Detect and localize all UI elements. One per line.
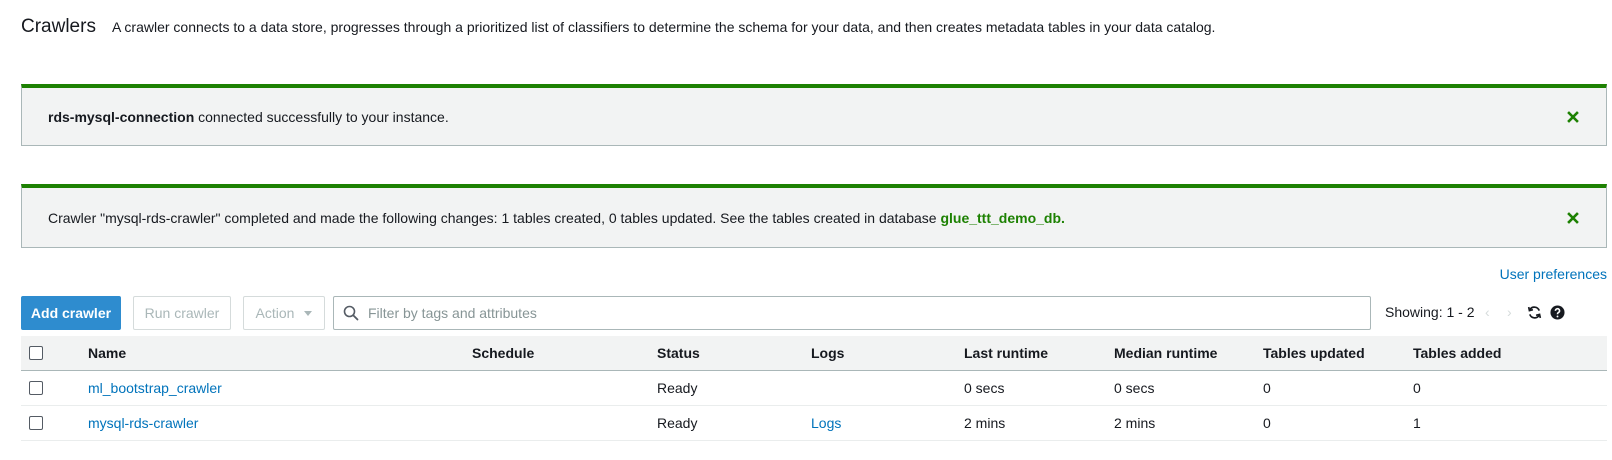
column-header-status[interactable]: Status <box>657 336 700 370</box>
flash-text: Crawler "mysql-rds-crawler" completed an… <box>48 209 941 226</box>
last-runtime-cell: 0 secs <box>964 380 1005 396</box>
column-header-tables-added[interactable]: Tables added <box>1413 336 1501 370</box>
flash-message: rds-mysql-connection connected successfu… <box>22 109 1566 125</box>
tables-added-cell: 0 <box>1413 380 1421 396</box>
help-icon[interactable] <box>1548 303 1566 321</box>
column-header-last-runtime[interactable]: Last runtime <box>964 336 1048 370</box>
table-header: Name Schedule Status Logs Last runtime M… <box>21 336 1607 371</box>
column-header-name[interactable]: Name <box>88 336 126 370</box>
column-header-schedule[interactable]: Schedule <box>472 336 534 370</box>
row-checkbox[interactable] <box>29 381 43 395</box>
search-icon <box>342 304 360 322</box>
page-title: Crawlers <box>21 16 96 37</box>
add-crawler-button[interactable]: Add crawler <box>21 296 121 330</box>
status-cell: Ready <box>657 380 698 396</box>
action-dropdown[interactable]: Action <box>243 296 325 330</box>
action-label: Action <box>255 305 295 321</box>
flash-message: Crawler "mysql-rds-crawler" completed an… <box>22 210 1566 226</box>
median-runtime-cell: 2 mins <box>1114 415 1156 431</box>
row-checkbox[interactable] <box>29 416 43 430</box>
run-crawler-button[interactable]: Run crawler <box>133 296 231 330</box>
median-runtime-cell: 0 secs <box>1114 380 1155 396</box>
crawler-name-link[interactable]: ml_bootstrap_crawler <box>88 380 222 396</box>
search-input[interactable] <box>366 304 1350 322</box>
search-box[interactable] <box>333 296 1371 330</box>
refresh-icon[interactable] <box>1525 303 1543 321</box>
toolbar: Add crawler Run crawler Action Showing: … <box>21 296 1607 330</box>
previous-page-button[interactable]: ‹ <box>1485 304 1490 320</box>
next-page-button[interactable]: › <box>1507 304 1512 320</box>
status-cell: Ready <box>657 415 698 431</box>
page-description: A crawler connects to a data store, prog… <box>111 19 1216 35</box>
tables-updated-cell: 0 <box>1263 415 1271 431</box>
column-header-tables-updated[interactable]: Tables updated <box>1263 336 1365 370</box>
page-header: Crawlers A crawler connects to a data st… <box>21 16 1215 38</box>
select-all-checkbox[interactable] <box>29 346 43 360</box>
crawler-name-link[interactable]: mysql-rds-crawler <box>88 415 198 431</box>
pagination-status: Showing: 1 - 2 <box>1385 304 1475 320</box>
table-row[interactable]: mysql-rds-crawler Ready Logs 2 mins 2 mi… <box>21 406 1607 441</box>
tables-updated-cell: 0 <box>1263 380 1271 396</box>
close-icon[interactable] <box>1566 211 1580 225</box>
flash-text: connected successfully to your instance. <box>194 108 449 125</box>
caret-down-icon <box>304 310 313 316</box>
user-preferences-link[interactable]: User preferences <box>1500 266 1607 282</box>
connection-success-flash: rds-mysql-connection connected successfu… <box>21 84 1607 146</box>
crawler-success-flash: Crawler "mysql-rds-crawler" completed an… <box>21 184 1607 248</box>
last-runtime-cell: 2 mins <box>964 415 1006 431</box>
crawlers-table: Name Schedule Status Logs Last runtime M… <box>21 336 1607 441</box>
column-header-median-runtime[interactable]: Median runtime <box>1114 336 1217 370</box>
tables-added-cell: 1 <box>1413 415 1421 431</box>
close-icon[interactable] <box>1566 110 1580 124</box>
database-link[interactable]: glue_ttt_demo_db. <box>940 210 1064 226</box>
table-row[interactable]: ml_bootstrap_crawler Ready 0 secs 0 secs… <box>21 371 1607 406</box>
column-header-logs[interactable]: Logs <box>811 336 844 370</box>
logs-link[interactable]: Logs <box>811 415 841 431</box>
connection-name: rds-mysql-connection <box>48 108 195 125</box>
